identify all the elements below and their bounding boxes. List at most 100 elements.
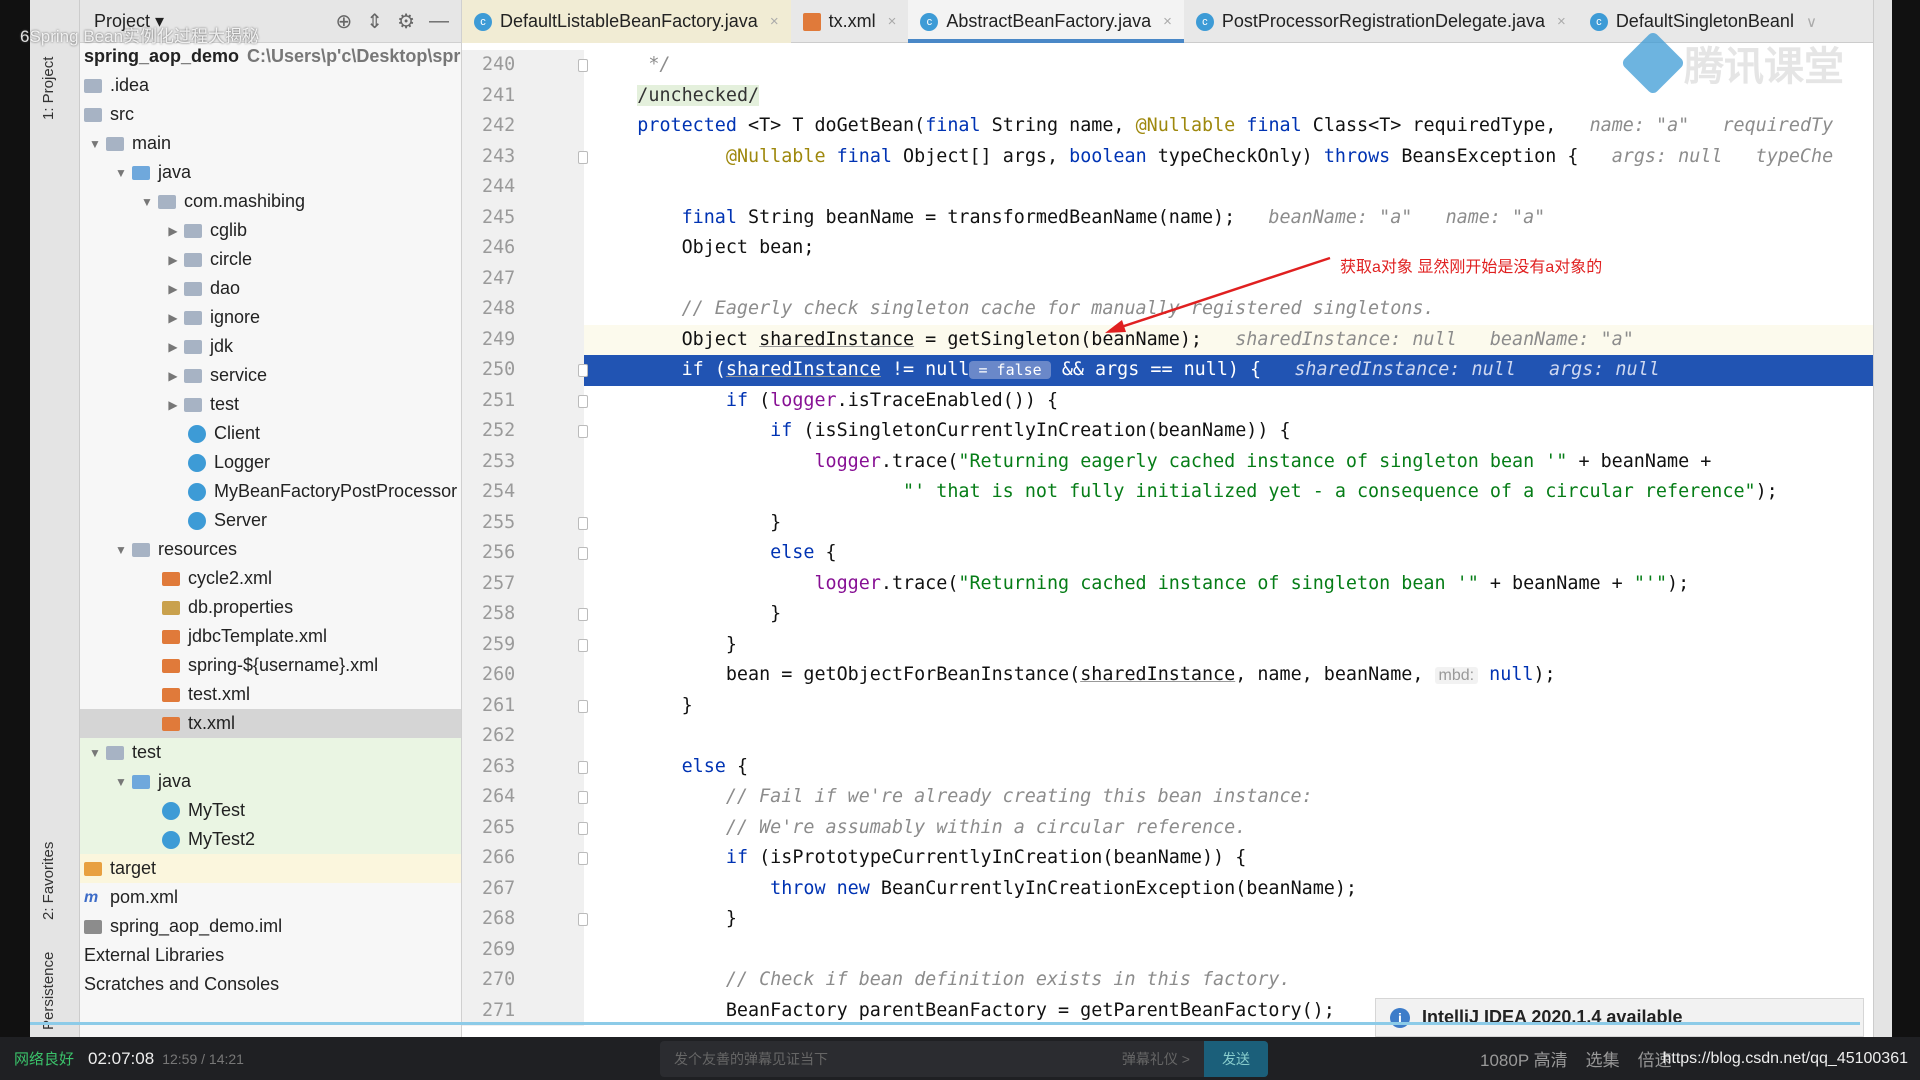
expanded-arrow-icon[interactable]: ▼	[110, 166, 132, 180]
tree-item[interactable]: target	[80, 854, 461, 883]
tree-item[interactable]: spring-${username}.xml	[80, 651, 461, 680]
line-number[interactable]: 266	[462, 843, 584, 874]
tree-item[interactable]: ▶ cglib	[80, 216, 461, 245]
line-number[interactable]: 269	[462, 934, 584, 965]
danmaku-etiquette-link[interactable]: 弹幕礼仪 >	[1122, 1049, 1190, 1069]
code-line[interactable]: 266 if (isPrototypeCurrentlyInCreation(b…	[462, 843, 1873, 874]
tree-item[interactable]: ▶ dao	[80, 274, 461, 303]
editor-tab[interactable]: c DefaultListableBeanFactory.java ×	[462, 0, 791, 43]
tree-item[interactable]: ▶ service	[80, 361, 461, 390]
close-tab-icon[interactable]: ×	[1557, 13, 1566, 30]
expanded-arrow-icon[interactable]: ▼	[110, 775, 132, 789]
tree-item[interactable]: Server	[80, 506, 461, 535]
line-number[interactable]: 256	[462, 538, 584, 569]
collapsed-arrow-icon[interactable]: ▶	[162, 282, 184, 296]
line-number[interactable]: 265	[462, 812, 584, 843]
fold-marker-icon[interactable]	[578, 791, 588, 804]
expanded-arrow-icon[interactable]: ▼	[84, 137, 106, 151]
code-line[interactable]: 247	[462, 263, 1873, 294]
collapsed-arrow-icon[interactable]: ▶	[162, 311, 184, 325]
code-line[interactable]: 260 bean = getObjectForBeanInstance(shar…	[462, 660, 1873, 691]
code-line[interactable]: 264 // Fail if we're already creating th…	[462, 782, 1873, 813]
minimize-icon[interactable]: —	[429, 10, 449, 33]
gear-icon[interactable]: ⚙	[397, 9, 415, 34]
code-line[interactable]: 258 }	[462, 599, 1873, 630]
danmaku-input[interactable]: 发个友善的弹幕见证当下 弹幕礼仪 > 发送	[660, 1041, 1268, 1077]
fold-marker-icon[interactable]	[578, 699, 588, 713]
expanded-arrow-icon[interactable]: ▼	[136, 195, 158, 209]
project-tool-button[interactable]: 1: Project	[40, 57, 57, 120]
code-line[interactable]: 253 logger.trace("Returning eagerly cach…	[462, 446, 1873, 477]
line-number[interactable]: 252	[462, 416, 584, 447]
close-tab-icon[interactable]: ×	[770, 13, 779, 30]
line-number[interactable]: 250	[462, 355, 584, 386]
code-line[interactable]: 254 "' that is not fully initialized yet…	[462, 477, 1873, 508]
expanded-arrow-icon[interactable]: ▼	[110, 543, 132, 557]
code-line[interactable]: 265 // We're assumably within a circular…	[462, 812, 1873, 843]
line-number[interactable]: 251	[462, 385, 584, 416]
code-line[interactable]: 270 // Check if bean definition exists i…	[462, 965, 1873, 996]
tree-item[interactable]: MyBeanFactoryPostProcessor	[80, 477, 461, 506]
tree-item[interactable]: Logger	[80, 448, 461, 477]
collapsed-arrow-icon[interactable]: ▶	[162, 340, 184, 354]
tree-item[interactable]: src	[80, 100, 461, 129]
line-number[interactable]: 270	[462, 965, 584, 996]
collapsed-arrow-icon[interactable]: ▶	[162, 253, 184, 267]
code-line[interactable]: 248 // Eagerly check singleton cache for…	[462, 294, 1873, 325]
tree-item[interactable]: ▶ test	[80, 390, 461, 419]
update-notification[interactable]: i IntelliJ IDEA 2020.1.4 available	[1375, 998, 1864, 1037]
line-number[interactable]: 255	[462, 507, 584, 538]
fold-marker-icon[interactable]	[578, 852, 588, 865]
tree-item[interactable]: ▼ test	[80, 738, 461, 767]
line-number[interactable]: 243	[462, 141, 584, 172]
line-number[interactable]: 242	[462, 111, 584, 142]
tree-item[interactable]: ▼ main	[80, 129, 461, 158]
expanded-arrow-icon[interactable]: ▼	[84, 746, 106, 760]
tree-item[interactable]: Scratches and Consoles	[80, 970, 461, 999]
tree-item[interactable]: MyTest2	[80, 825, 461, 854]
code-line[interactable]: 243 @Nullable final Object[] args, boole…	[462, 141, 1873, 172]
fold-marker-icon[interactable]	[578, 760, 588, 774]
fold-marker-icon[interactable]	[578, 821, 588, 835]
close-tab-icon[interactable]: ×	[888, 13, 897, 30]
editor-tab[interactable]: c AbstractBeanFactory.java ×	[908, 0, 1184, 43]
tree-item[interactable]: ▼ java	[80, 767, 461, 796]
tree-item[interactable]: ▶ circle	[80, 245, 461, 274]
execution-point-line[interactable]: 250 if (sharedInstance != null = false &…	[462, 355, 1873, 386]
tree-item[interactable]: tx.xml	[80, 709, 461, 738]
code-line[interactable]: 255 }	[462, 507, 1873, 538]
send-button[interactable]: 发送	[1204, 1041, 1268, 1077]
tree-item[interactable]: Client	[80, 419, 461, 448]
fold-marker-icon[interactable]	[578, 150, 588, 164]
code-line[interactable]: 263 else {	[462, 751, 1873, 782]
code-line[interactable]: 257 logger.trace("Returning cached insta…	[462, 568, 1873, 599]
fold-marker-icon[interactable]	[578, 638, 588, 652]
line-number[interactable]: 259	[462, 629, 584, 660]
quality-button[interactable]: 1080P 高清	[1480, 1046, 1568, 1071]
line-number[interactable]: 254	[462, 477, 584, 508]
line-number[interactable]: 245	[462, 202, 584, 233]
tree-item[interactable]: ▼ java	[80, 158, 461, 187]
collapsed-arrow-icon[interactable]: ▶	[162, 398, 184, 412]
locate-icon[interactable]: ⊕	[336, 9, 353, 34]
code-line[interactable]: 246 Object bean;	[462, 233, 1873, 264]
line-number[interactable]: 241	[462, 80, 584, 111]
tree-item[interactable]: .idea	[80, 71, 461, 100]
editor-tab[interactable]: tx.xml ×	[791, 0, 909, 43]
tree-item[interactable]: db.properties	[80, 593, 461, 622]
line-number[interactable]: 257	[462, 568, 584, 599]
tree-item[interactable]: spring_aop_demo.iml	[80, 912, 461, 941]
tree-item[interactable]: ▼ resources	[80, 535, 461, 564]
code-line[interactable]: 245 final String beanName = transformedB…	[462, 202, 1873, 233]
line-number[interactable]: 240	[462, 50, 584, 81]
tab-overflow-chevron-icon[interactable]: ∨	[1806, 13, 1817, 31]
favorites-tool-button[interactable]: 2: Favorites	[40, 842, 57, 920]
persistence-tool-button[interactable]: Persistence	[40, 952, 57, 1030]
fold-marker-icon[interactable]	[578, 547, 588, 560]
tree-item[interactable]: m pom.xml	[80, 883, 461, 912]
line-number[interactable]: 267	[462, 873, 584, 904]
line-number[interactable]: 253	[462, 446, 584, 477]
line-number[interactable]: 246	[462, 233, 584, 264]
collapsed-arrow-icon[interactable]: ▶	[162, 224, 184, 238]
code-line[interactable]: 262	[462, 721, 1873, 752]
